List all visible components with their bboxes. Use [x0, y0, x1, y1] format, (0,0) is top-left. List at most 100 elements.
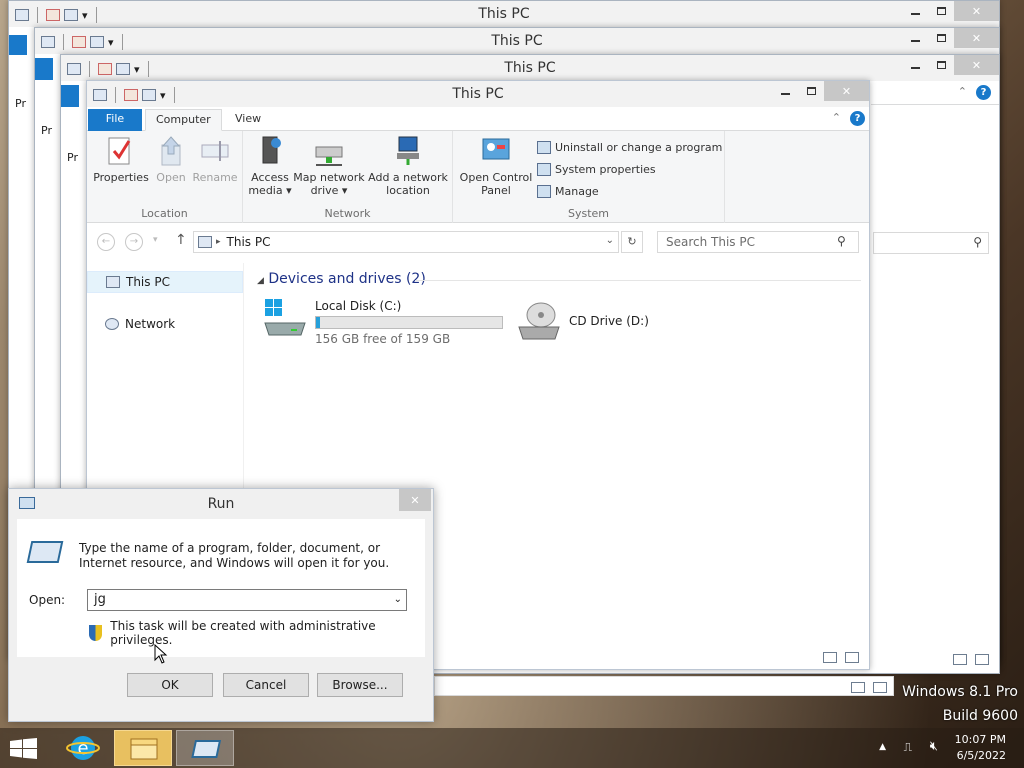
file-tab[interactable] — [61, 85, 79, 107]
browse-button[interactable]: Browse... — [317, 673, 403, 697]
run-dialog[interactable]: Run ✕ Type the name of a program, folder… — [8, 488, 434, 722]
close-button[interactable]: ✕ — [824, 81, 869, 101]
open-button[interactable]: Open — [151, 135, 191, 184]
start-button[interactable] — [10, 738, 38, 760]
details-view-icon[interactable] — [953, 654, 967, 665]
taskbar-run[interactable] — [176, 730, 234, 766]
details-view-icon[interactable] — [851, 682, 865, 693]
drive-d[interactable]: CD Drive (D:) — [517, 301, 649, 341]
run-title: Run — [207, 496, 235, 512]
system-properties-button[interactable]: System properties — [537, 163, 656, 176]
drive-c-free: 156 GB free of 159 GB — [315, 332, 451, 346]
file-tab[interactable] — [35, 58, 53, 80]
titlebar[interactable]: ▾ This PC ✕ — [35, 28, 999, 54]
close-button[interactable]: ✕ — [954, 28, 999, 48]
collapse-ribbon-icon[interactable]: ⌃ — [832, 111, 841, 124]
close-button[interactable]: ✕ — [954, 55, 999, 75]
access-media-button[interactable]: Access media ▾ — [247, 135, 293, 197]
tab-view[interactable]: View — [225, 109, 271, 131]
manage-button[interactable]: Manage — [537, 185, 599, 198]
open-control-panel-button[interactable]: Open Control Panel — [459, 135, 533, 197]
maximize-button[interactable] — [798, 81, 824, 101]
run-command-input[interactable]: jg ⌄ — [87, 589, 407, 611]
titlebar[interactable]: ▾ This PC ✕ — [87, 81, 869, 107]
window-title: This PC — [504, 60, 556, 76]
drive-c-usage-bar — [315, 316, 503, 329]
chevron-right-icon: ▸ — [216, 237, 221, 247]
large-icons-view-icon[interactable] — [873, 682, 887, 693]
rename-button[interactable]: Rename — [191, 135, 239, 184]
maximize-button[interactable] — [928, 28, 954, 48]
details-view-icon[interactable] — [823, 652, 837, 663]
help-icon[interactable]: ? — [850, 111, 865, 126]
section-header[interactable]: ◢ Devices and drives (2) — [257, 271, 426, 287]
properties-button[interactable]: Properties — [93, 135, 149, 184]
nav-this-pc[interactable]: This PC — [87, 271, 243, 293]
run-icon — [191, 740, 222, 758]
open-label: Open: — [29, 593, 66, 607]
minimize-button[interactable] — [902, 1, 928, 21]
help-icon[interactable]: ? — [976, 85, 991, 100]
titlebar[interactable]: ▾ This PC ✕ — [9, 1, 999, 27]
up-button[interactable]: ↑ — [175, 232, 187, 248]
collapse-ribbon-icon[interactable]: ⌃ — [958, 85, 967, 98]
tab-computer[interactable]: Computer — [145, 109, 222, 131]
window-title: This PC — [452, 86, 504, 102]
address-input[interactable]: ▸ This PC ⌄ — [193, 231, 619, 253]
volume-muted-icon[interactable]: 🔇︎ — [930, 739, 938, 754]
run-program-icon — [26, 541, 64, 563]
forward-button[interactable]: → — [125, 233, 143, 251]
search-input[interactable]: Search This PC — [657, 231, 859, 253]
add-network-location-button[interactable]: Add a network location — [367, 135, 449, 197]
cancel-button[interactable]: Cancel — [223, 673, 309, 697]
cd-drive-icon — [517, 301, 561, 341]
network-status-icon[interactable]: ⎍ — [904, 740, 912, 755]
chevron-down-icon[interactable]: ⌄ — [394, 590, 402, 610]
admin-note: This task will be created with administr… — [110, 619, 376, 647]
drive-c[interactable]: Local Disk (C:) 156 GB free of 159 GB — [263, 299, 503, 346]
uninstall-program-button[interactable]: Uninstall or change a program — [537, 141, 722, 154]
rename-icon — [200, 135, 230, 167]
close-button[interactable]: ✕ — [954, 1, 999, 21]
minimize-button[interactable] — [772, 81, 798, 101]
system-group: Open Control Panel Uninstall or change a … — [453, 131, 725, 223]
system-properties-icon — [537, 163, 551, 176]
drive-c-name: Local Disk (C:) — [315, 299, 402, 313]
ok-button[interactable]: OK — [127, 673, 213, 697]
run-titlebar[interactable]: Run ✕ — [9, 489, 433, 517]
file-tab[interactable] — [9, 35, 27, 55]
control-panel-icon — [481, 135, 511, 167]
internet-explorer-icon: e — [66, 736, 100, 760]
map-network-drive-button[interactable]: Map network drive ▾ — [293, 135, 365, 197]
search-box[interactable]: ⚲ — [873, 232, 989, 254]
network-group: Access media ▾ Map network drive ▾ Add a n… — [243, 131, 453, 223]
tab-file[interactable]: File — [88, 109, 142, 131]
ribbon-tabs: File Computer View ⌃ ? — [87, 107, 869, 131]
titlebar[interactable]: ▾ This PC ✕ — [61, 55, 999, 81]
network-drive-icon — [314, 135, 344, 167]
minimize-button[interactable] — [902, 55, 928, 75]
computer-icon — [198, 236, 212, 248]
show-hidden-icons[interactable]: ▲ — [879, 742, 886, 752]
nav-network[interactable]: Network — [87, 313, 243, 335]
refresh-button[interactable]: ↻ — [621, 231, 643, 253]
media-server-icon — [255, 135, 285, 167]
ribbon: Properties Open Rename Location Access me… — [87, 131, 869, 223]
taskbar-internet-explorer[interactable]: e — [54, 730, 112, 766]
clock[interactable]: 10:07 PM 6/5/2022 — [955, 732, 1006, 764]
back-button[interactable]: ← — [97, 233, 115, 251]
large-icons-view-icon[interactable] — [845, 652, 859, 663]
window-title: This PC — [478, 6, 530, 22]
network-location-icon — [393, 135, 423, 167]
maximize-button[interactable] — [928, 1, 954, 21]
recent-locations-icon[interactable]: ▾ — [153, 235, 158, 245]
run-description: Type the name of a program, folder, docu… — [79, 541, 390, 570]
maximize-button[interactable] — [928, 55, 954, 75]
minimize-button[interactable] — [902, 28, 928, 48]
chevron-down-icon[interactable]: ⌄ — [606, 235, 614, 246]
taskbar-file-explorer[interactable] — [114, 730, 172, 766]
run-close-button[interactable]: ✕ — [399, 489, 431, 511]
programs-icon — [537, 141, 551, 154]
svg-text:e: e — [77, 738, 88, 759]
large-icons-view-icon[interactable] — [975, 654, 989, 665]
